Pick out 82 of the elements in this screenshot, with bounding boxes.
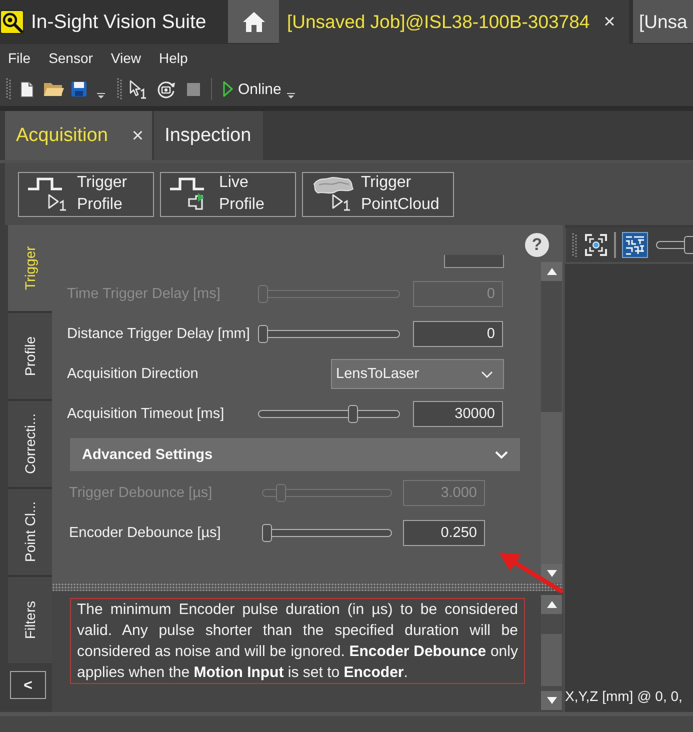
play-icon	[223, 81, 233, 97]
scrollbar[interactable]	[541, 595, 562, 710]
value-field[interactable]: 30000	[413, 401, 503, 427]
up-triangle-icon	[546, 268, 556, 275]
scroll-up-button[interactable]	[541, 262, 562, 281]
down-triangle-icon	[546, 697, 556, 704]
app-title: In-Sight Vision Suite	[31, 10, 206, 34]
slider[interactable]	[262, 524, 392, 542]
advanced-settings-header[interactable]: Advanced Settings	[70, 438, 520, 471]
setting-label: Acquisition Timeout [ms]	[67, 406, 226, 422]
toolbar-grip-icon[interactable]	[6, 78, 11, 100]
up-triangle-icon	[546, 601, 556, 608]
maze-grid-icon	[624, 234, 646, 256]
setting-label: Encoder Debounce [µs]	[69, 525, 222, 541]
stop-icon[interactable]	[187, 82, 200, 96]
side-tab[interactable]: Filters	[8, 577, 52, 663]
rotate-camera-icon[interactable]	[156, 79, 176, 99]
help-button[interactable]: ?	[525, 233, 549, 257]
close-tab-button[interactable]: ×	[604, 12, 616, 32]
value-field[interactable]: 0	[413, 321, 503, 347]
collapse-button[interactable]: <	[10, 671, 46, 699]
setting-label: Distance Trigger Delay [mm]	[67, 326, 251, 342]
scrollbar-thumb[interactable]	[541, 634, 562, 686]
side-tab[interactable]: Correcti...	[8, 401, 52, 487]
slider-thumb[interactable]	[684, 236, 693, 254]
menu-item[interactable]: Sensor	[48, 50, 93, 66]
side-tab[interactable]: Trigger	[8, 225, 52, 311]
action-button[interactable]: Live Profile	[160, 172, 296, 216]
side-tab[interactable]: Profile	[8, 313, 52, 399]
action-label: Trigger PointCloud	[361, 173, 440, 215]
setting-label: Acquisition Direction	[67, 366, 200, 382]
zoom-slider[interactable]	[656, 236, 693, 254]
menu-item[interactable]: View	[110, 50, 142, 66]
slider[interactable]	[258, 325, 400, 343]
menu-item[interactable]: File	[8, 50, 31, 66]
home-icon	[242, 12, 264, 32]
scroll-down-button[interactable]	[541, 564, 562, 583]
annotation-arrow	[499, 552, 564, 594]
help-text: The minimum Encoder pulse duration (in µs) to be considered valid. Any pulse shorter than the specified duration will be considered as noise and will be ignored. Encoder Debounce only applies when the Motion Input is set to Encoder.	[70, 598, 525, 684]
caret-icon[interactable]	[97, 93, 105, 99]
scroll-down-button[interactable]	[541, 691, 562, 710]
caret-icon[interactable]	[287, 93, 296, 99]
toolbar-grip-icon[interactable]	[572, 233, 577, 257]
new-document-icon[interactable]	[20, 80, 34, 98]
folder-icon[interactable]	[43, 81, 64, 97]
panel-tab[interactable]: Inspection	[154, 111, 264, 160]
menu-item[interactable]: Help	[159, 50, 188, 66]
toolbar-grip-icon[interactable]	[117, 78, 122, 100]
splitter-grip[interactable]	[52, 583, 563, 591]
action-button[interactable]: Trigger Profile	[18, 172, 154, 216]
point-cloud-trigger-icon	[311, 176, 355, 212]
panel-tab[interactable]: Acquisition ×	[5, 111, 152, 160]
slider-thumb[interactable]	[348, 405, 358, 423]
slider-thumb[interactable]	[262, 524, 272, 542]
action-button[interactable]: Trigger PointCloud	[302, 172, 454, 216]
slider[interactable]	[262, 484, 392, 502]
slider[interactable]	[258, 405, 400, 423]
down-triangle-icon	[546, 570, 556, 577]
online-button[interactable]: Online	[223, 80, 282, 98]
save-icon[interactable]	[71, 81, 87, 97]
scrollbar[interactable]	[541, 262, 562, 583]
input-field[interactable]	[444, 255, 504, 268]
action-label: Trigger Profile	[77, 173, 128, 215]
target-view-button[interactable]	[583, 232, 609, 258]
value-field[interactable]: 0.250	[403, 520, 485, 546]
slider-thumb[interactable]	[258, 325, 268, 343]
chevron-down-icon	[481, 370, 493, 378]
scroll-up-button[interactable]	[541, 595, 562, 614]
document-tab[interactable]: [Unsaved Job]@ISL38-100B-303784 ×	[279, 0, 629, 44]
slider[interactable]	[258, 285, 400, 303]
grid-view-button[interactable]	[622, 232, 648, 258]
pointer-icon[interactable]	[129, 80, 147, 98]
home-tab[interactable]	[228, 0, 279, 43]
side-tab[interactable]: Point Cl...	[8, 489, 52, 575]
close-tab-button[interactable]: ×	[132, 126, 144, 146]
direction-dropdown[interactable]: LensToLaser	[331, 359, 504, 389]
target-frame-icon	[585, 234, 607, 256]
coordinates-readout: X,Y,Z [mm] @ 0, 0,	[565, 688, 682, 704]
action-label: Live Profile	[219, 173, 264, 215]
app-logo-icon	[0, 10, 24, 34]
scrollbar-thumb[interactable]	[541, 412, 562, 564]
document-tab[interactable]: [Unsa	[633, 0, 693, 43]
